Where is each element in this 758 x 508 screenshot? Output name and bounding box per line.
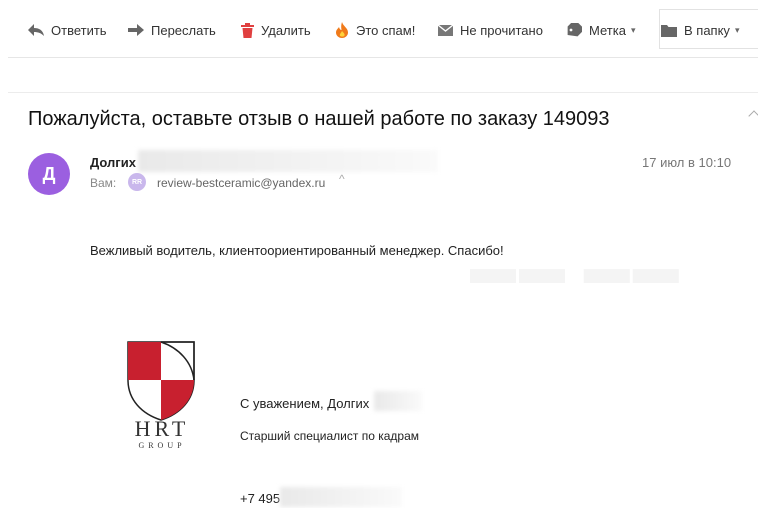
forward-label: Переслать — [151, 22, 216, 38]
chevron-down-icon: ▾ — [630, 24, 636, 35]
logo-text: HRT — [135, 416, 190, 441]
envelope-icon — [438, 24, 453, 36]
label-dropdown[interactable]: Метка ▾ — [566, 19, 635, 41]
delete-label: Удалить — [261, 22, 311, 38]
redacted-signature-name — [374, 391, 422, 411]
forward-button[interactable]: Переслать — [128, 19, 216, 41]
logo-subtext: GROUP — [138, 441, 185, 450]
move-to-folder-dropdown[interactable]: В папку ▾ — [661, 19, 739, 41]
forward-icon — [128, 24, 144, 36]
signature-position: Старший специалист по кадрам — [240, 429, 419, 443]
fire-icon — [336, 22, 348, 38]
spam-button[interactable]: Это спам! — [335, 19, 415, 41]
folder-label: В папку — [684, 22, 730, 38]
company-logo: HRT GROUP — [124, 340, 200, 450]
folder-icon — [661, 24, 677, 37]
reply-icon — [28, 24, 44, 36]
message-date: 17 июл в 10:10 — [642, 155, 732, 170]
unread-label: Не прочитано — [460, 22, 543, 38]
signature-regards: С уважением, Долгих — [240, 396, 370, 411]
signature-phone[interactable]: +7 495 — [240, 491, 280, 506]
label-label: Метка — [589, 22, 626, 38]
tag-icon — [567, 23, 582, 37]
spam-label: Это спам! — [356, 22, 416, 38]
recipient-avatar: RR — [128, 173, 146, 191]
message-body: Вежливый водитель, клиентоориентированны… — [90, 243, 504, 258]
reply-button[interactable]: Ответить — [28, 19, 107, 41]
redacted-sender-email — [138, 150, 438, 172]
message-toolbar: Ответить Переслать Удалить Это спам! Не … — [8, 0, 758, 58]
reply-label: Ответить — [51, 22, 107, 38]
redacted-phone-number — [280, 487, 402, 507]
recipient-label: Вам: — [90, 176, 117, 190]
message-subject: Пожалуйста, оставьте отзыв о нашей работ… — [28, 108, 610, 130]
recipient-email[interactable]: review-bestceramic@yandex.ru — [157, 176, 325, 190]
chevron-down-icon: ▾ — [734, 24, 740, 35]
scroll-up-icon[interactable] — [748, 110, 758, 122]
trash-icon — [241, 22, 254, 38]
mark-unread-button[interactable]: Не прочитано — [438, 19, 543, 41]
sender-avatar[interactable]: Д — [28, 153, 70, 195]
delete-button[interactable]: Удалить — [241, 19, 311, 41]
recipient-toggle-icon[interactable]: ^ — [339, 172, 345, 186]
header-divider — [8, 92, 758, 93]
sender-name[interactable]: Долгих — [90, 155, 136, 170]
